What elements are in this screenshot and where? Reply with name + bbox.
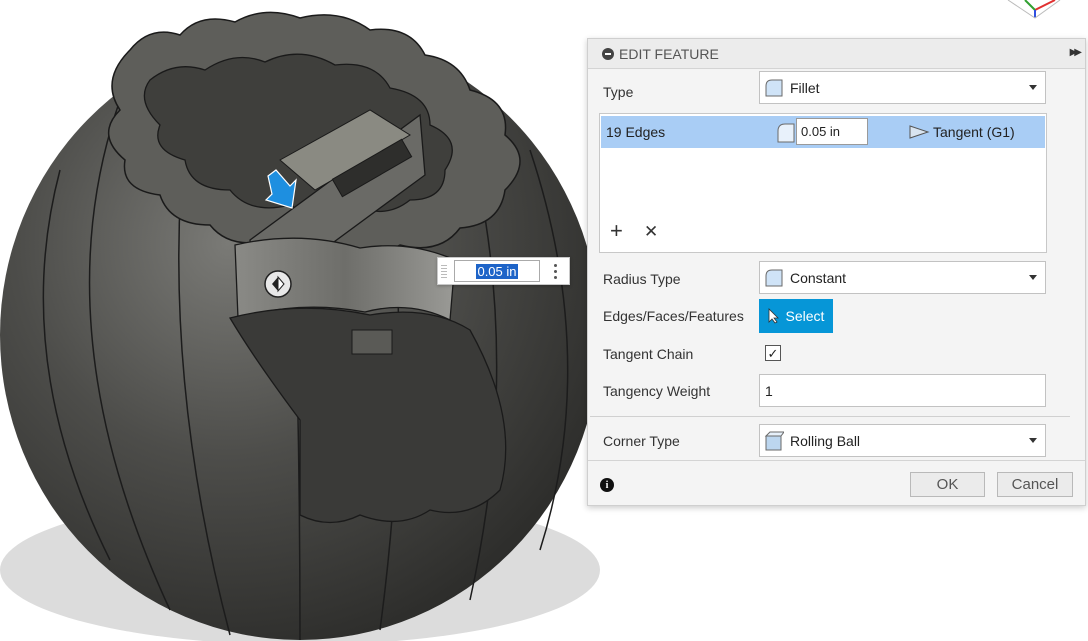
viewcube-icon[interactable] (1007, 0, 1061, 19)
fillet-icon (765, 79, 783, 96)
plus-icon[interactable]: + (610, 220, 623, 242)
tangency-weight-label: Tangency Weight (603, 382, 711, 399)
tangent-chain-checkbox[interactable]: ✓ (765, 345, 781, 361)
chevron-down-icon (1029, 438, 1037, 443)
info-icon[interactable]: i (600, 478, 614, 492)
constant-radius-icon (765, 269, 783, 286)
tangent-chain-label: Tangent Chain (603, 345, 694, 362)
edit-feature-panel: EDIT FEATURE ▶▶ Type Fillet 19 Edges 0.0… (587, 38, 1086, 506)
ok-button[interactable]: OK (910, 472, 985, 497)
radius-type-value: Constant (790, 269, 847, 286)
edge-radius-field[interactable]: 0.05 in (796, 118, 868, 145)
fillet-radius-icon (777, 123, 795, 143)
radius-inline-input[interactable]: 0.05 in (437, 257, 570, 285)
tangent-chain-row: Tangent Chain (603, 337, 759, 370)
select-button-label: Select (785, 308, 825, 324)
type-row: Type (603, 75, 759, 108)
corner-type-value: Rolling Ball (790, 432, 861, 449)
radius-inline-value: 0.05 in (476, 263, 518, 279)
selection-row: Edges/Faces/Features (603, 299, 759, 333)
selection-label: Edges/Faces/Features (603, 308, 744, 324)
radius-type-label: Radius Type (603, 270, 681, 287)
radius-inline-field[interactable]: 0.05 in (454, 260, 540, 282)
edge-set-row[interactable]: 19 Edges 0.05 in Tangent (G1) (601, 116, 1045, 148)
panel-title: EDIT FEATURE (619, 45, 719, 62)
rolling-ball-icon (764, 431, 784, 450)
close-icon[interactable]: ✕ (644, 223, 658, 240)
cursor-arrow-icon (768, 308, 779, 324)
panel-footer: i OK Cancel (588, 460, 1085, 505)
tangent-icon (909, 125, 930, 139)
radius-type-row: Radius Type (603, 262, 759, 295)
chevron-down-icon (1029, 85, 1037, 90)
select-button[interactable]: Select (759, 299, 833, 333)
drag-grip-icon[interactable] (438, 258, 450, 284)
corner-type-dropdown[interactable]: Rolling Ball (759, 424, 1046, 457)
cancel-button[interactable]: Cancel (997, 472, 1073, 497)
corner-type-label: Corner Type (603, 432, 680, 449)
type-label: Type (603, 83, 634, 100)
tangency-weight-input[interactable]: 1 (759, 374, 1046, 407)
edge-count: 19 Edges (606, 124, 666, 140)
tangency-weight-row: Tangency Weight (603, 374, 759, 407)
more-options-icon[interactable] (552, 263, 558, 279)
corner-type-row: Corner Type (603, 424, 759, 457)
flip-direction-icon[interactable] (264, 270, 292, 298)
collapse-icon[interactable] (602, 47, 614, 60)
divider (590, 416, 1070, 417)
double-chevron-right-icon[interactable]: ▶▶ (1070, 47, 1083, 58)
chevron-down-icon (1029, 275, 1037, 280)
radius-type-dropdown[interactable]: Constant (759, 261, 1046, 294)
type-value: Fillet (790, 79, 820, 96)
type-dropdown[interactable]: Fillet (759, 71, 1046, 104)
continuity-value[interactable]: Tangent (G1) (933, 124, 1015, 140)
edges-list: 19 Edges 0.05 in Tangent (G1) + ✕ (599, 113, 1047, 253)
panel-header[interactable]: EDIT FEATURE ▶▶ (588, 39, 1085, 69)
